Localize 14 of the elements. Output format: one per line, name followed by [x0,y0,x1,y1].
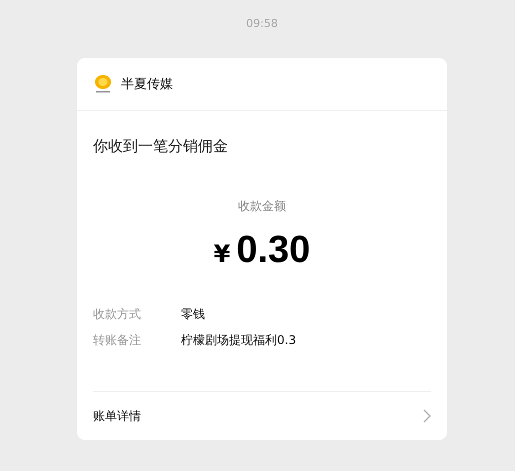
amount: 0.30 [236,229,310,272]
logo-icon [93,74,113,94]
detail-value: 零钱 [181,306,205,323]
bill-details-link[interactable]: 账单详情 [93,391,431,440]
currency-symbol: ¥ [214,240,230,268]
detail-label: 转账备注 [93,332,142,349]
amount-label: 收款金额 [237,198,287,215]
timestamp: 09:58 [245,16,279,32]
chevron-right-icon [423,409,431,423]
message-title: 你收到一笔分销佣金 [92,137,229,156]
sender-name: 半夏传媒 [121,76,173,93]
bill-details-text: 账单详情 [93,408,141,424]
detail-value: 柠檬剧场提现福利0.3 [181,332,296,349]
detail-label: 收款方式 [93,306,142,323]
